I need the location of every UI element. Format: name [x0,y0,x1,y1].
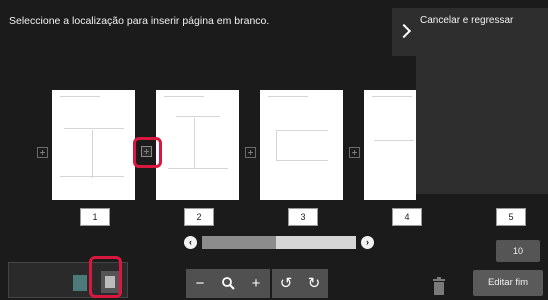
chevron-right-icon [396,23,412,39]
page-number: 4 [392,208,422,226]
plus-icon: + [251,275,261,292]
zoom-in-button[interactable]: + [242,269,270,298]
page-thumbnail[interactable] [156,90,239,200]
page-number: 3 [288,208,318,226]
cancel-and-return-label[interactable]: Cancelar e regressar [420,15,513,26]
finish-edit-button[interactable]: Editar fim [473,270,543,296]
side-panel [416,8,548,194]
page-thumbnail[interactable] [260,90,343,200]
rotate-left-icon: ↺ [279,275,293,292]
instruction-text: Seleccione a localização para inserir pá… [9,15,270,27]
insert-location-marker[interactable] [245,147,256,158]
insert-location-marker[interactable] [37,147,48,158]
page-number: 1 [80,208,110,226]
page-scrollbar[interactable] [202,236,356,249]
scrollbar-thumb[interactable] [276,236,356,249]
magnifier-icon [222,277,235,290]
page-thumbnail[interactable] [364,90,416,200]
trash-icon[interactable] [432,276,446,296]
zoom-out-button[interactable]: − [186,269,214,298]
scroll-left-button[interactable]: ‹ [184,236,197,249]
insert-location-marker[interactable] [349,147,360,158]
rotate-right-button[interactable]: ↻ [300,269,328,298]
thumbnail-view-icon[interactable] [73,275,87,291]
side-panel-toggle[interactable] [392,8,416,56]
page-count-button[interactable]: 10 [496,240,540,262]
page-view-highlight [89,256,122,298]
zoom-button[interactable] [214,269,242,298]
page-number: 5 [496,208,526,226]
rotate-right-icon: ↻ [307,275,321,292]
minus-icon: − [195,275,205,292]
selected-insert-highlight [133,137,162,168]
rotate-left-button[interactable]: ↺ [272,269,300,298]
page-thumbnail[interactable] [52,90,135,200]
scroll-right-button[interactable]: › [361,236,374,249]
page-number: 2 [184,208,214,226]
